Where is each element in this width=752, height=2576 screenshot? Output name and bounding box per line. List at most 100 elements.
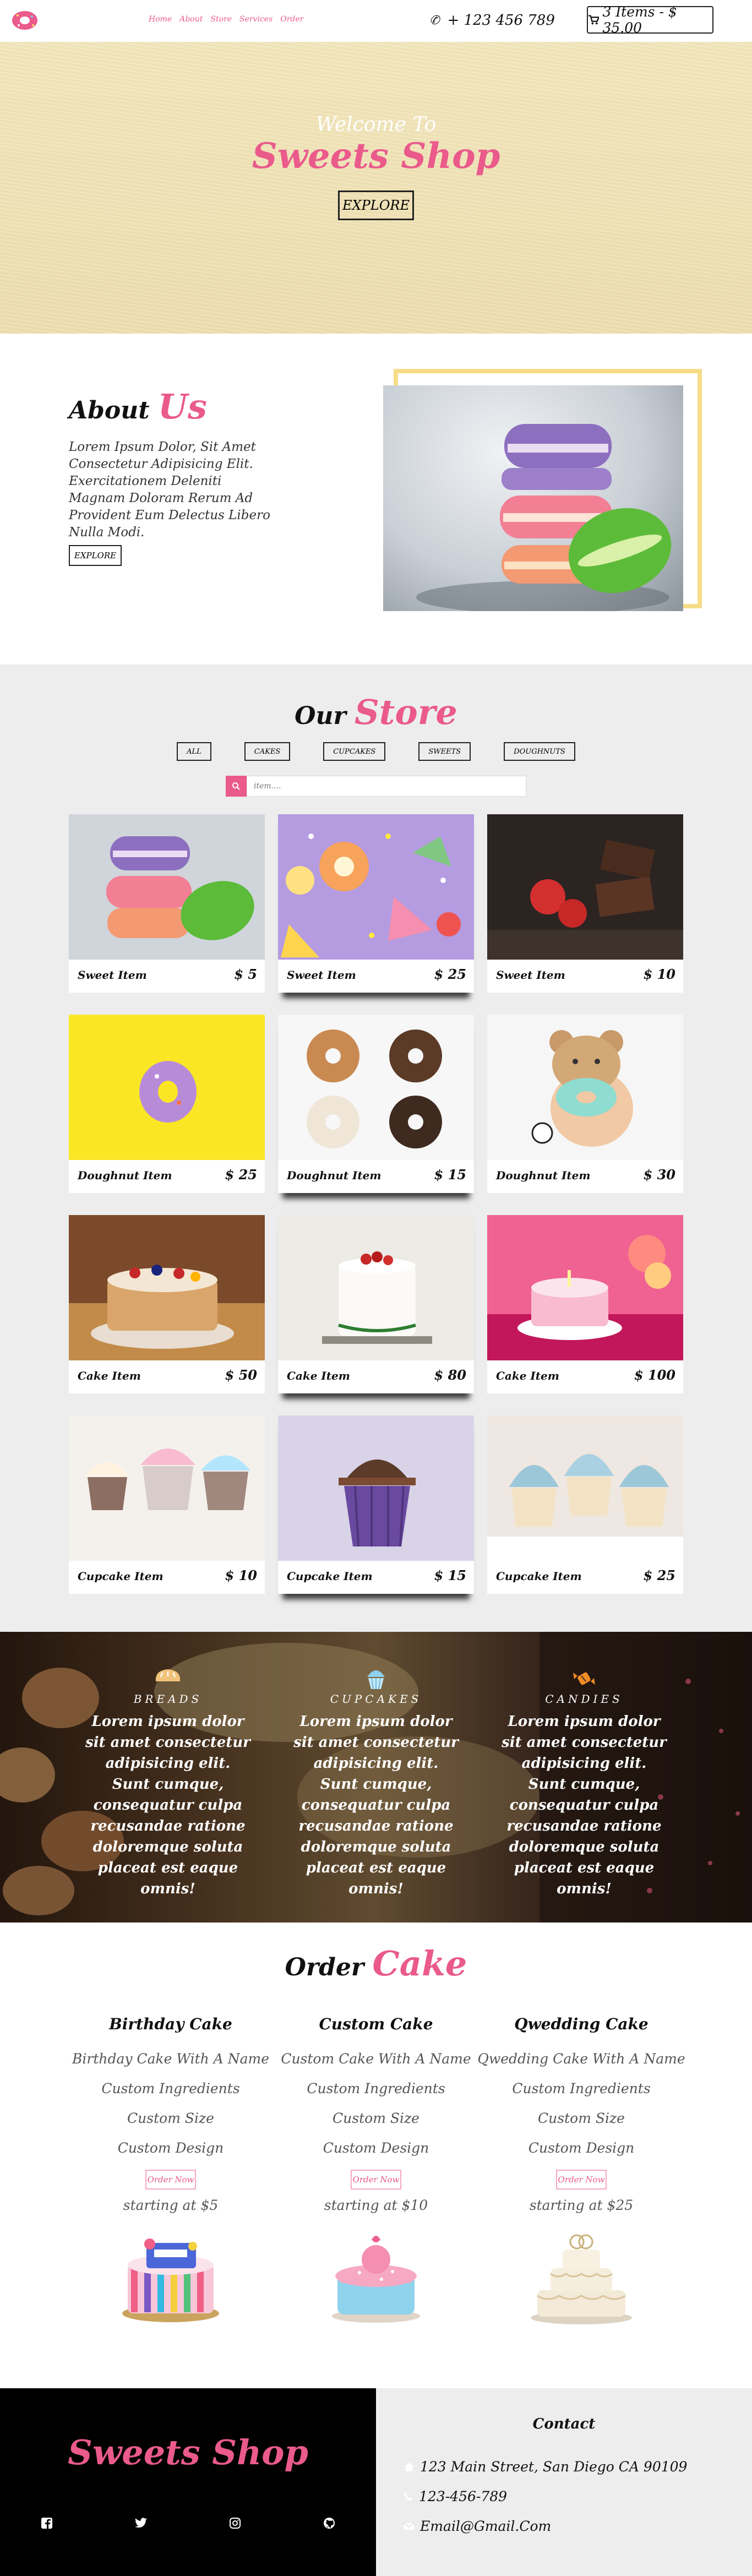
cart-button[interactable]: 3 Items - $ 35.00: [587, 4, 713, 36]
order-feature: Custom Size: [127, 2110, 214, 2126]
nav-link-order[interactable]: Order: [280, 15, 303, 24]
order-title-word: Order: [285, 1953, 364, 1981]
store-item-price: $ 25: [643, 1567, 675, 1583]
filter-cakes-button[interactable]: CAKES: [244, 742, 291, 761]
store-item-image[interactable]: [69, 1415, 265, 1561]
store-item-card[interactable]: Sweet Item $ 5: [69, 814, 265, 993]
service-candies: CANDIES Lorem ipsum dolor sit amet conse…: [502, 1665, 667, 1899]
filter-all-button[interactable]: ALL: [177, 742, 211, 761]
service-breads-text: Lorem ipsum dolor sit amet consectetur a…: [85, 1713, 250, 1897]
store-item-name: Cake Item: [287, 1369, 350, 1382]
store-item-price: $ 5: [234, 966, 257, 982]
nav-link-services[interactable]: Services: [239, 15, 273, 24]
about-title-word: About: [69, 396, 150, 424]
store-item-image[interactable]: [69, 1015, 265, 1160]
store-item-image[interactable]: [278, 1215, 474, 1360]
wedding-cake-image: [526, 2225, 636, 2324]
store-item-image[interactable]: [278, 1015, 474, 1160]
store-item-image[interactable]: [278, 814, 474, 960]
order-title-accent: Cake: [372, 1943, 467, 1984]
instagram-icon[interactable]: [224, 2512, 246, 2534]
top-navbar: Home About Store Services Order ✆ + 123 …: [0, 0, 752, 42]
github-icon[interactable]: [318, 2512, 340, 2534]
service-cupcakes-title: CUPCAKES: [330, 1692, 422, 1706]
store-item-price: $ 10: [225, 1567, 257, 1583]
contact-phone: 123-456-789: [404, 2488, 507, 2504]
hero-title: Sweets Shop: [252, 135, 500, 177]
store-item-name: Sweet Item: [496, 968, 565, 982]
service-candies-title: CANDIES: [545, 1692, 623, 1706]
store-item-card[interactable]: Cake Item $ 100: [487, 1215, 683, 1393]
footer-brand: Sweets Shop: [68, 2432, 308, 2472]
service-breads: BREADS Lorem ipsum dolor sit amet consec…: [85, 1665, 250, 1899]
filter-cupcakes-button[interactable]: CUPCAKES: [323, 742, 386, 761]
store-item-image[interactable]: [278, 1415, 474, 1561]
search-input[interactable]: [247, 776, 526, 797]
phone-icon: ✆: [429, 13, 440, 28]
search-icon[interactable]: [226, 776, 247, 797]
store-item-image[interactable]: [487, 1215, 683, 1360]
services-section: BREADS Lorem ipsum dolor sit amet consec…: [0, 1632, 752, 1923]
contact-address: 123 Main Street, San Diego CA 90109: [404, 2459, 687, 2475]
store-item-image[interactable]: [69, 814, 265, 960]
store-item-card[interactable]: Doughnut Item $ 25: [69, 1015, 265, 1193]
store-item-image[interactable]: [69, 1215, 265, 1360]
birthday-cake-image: [116, 2225, 226, 2324]
order-feature: Custom Size: [333, 2110, 419, 2126]
donut-logo[interactable]: [12, 11, 37, 30]
order-feature: Custom Design: [323, 2140, 429, 2156]
twitter-icon[interactable]: [130, 2512, 152, 2534]
store-item-price: $ 10: [643, 966, 675, 982]
contact-address-text: 123 Main Street, San Diego CA 90109: [420, 2459, 688, 2475]
order-feature: Custom Ingredients: [512, 2081, 651, 2096]
store-item-image[interactable]: [487, 814, 683, 960]
store-item-name: Cupcake Item: [496, 1570, 582, 1583]
contact-title: Contact: [532, 2416, 596, 2432]
order-now-button[interactable]: Order Now: [556, 2170, 607, 2190]
order-price: starting at $25: [529, 2197, 634, 2213]
facebook-icon[interactable]: [36, 2512, 58, 2534]
order-now-button[interactable]: Order Now: [145, 2170, 196, 2190]
nav-link-home[interactable]: Home: [149, 15, 172, 24]
store-item-image[interactable]: [487, 1015, 683, 1160]
store-item-name: Doughnut Item: [287, 1169, 382, 1182]
about-text: Lorem Ipsum Dolor, Sit Amet Consectetur …: [69, 440, 270, 540]
store-search: [226, 776, 526, 797]
store-item-card[interactable]: Sweet Item $ 25: [278, 814, 474, 993]
store-item-card[interactable]: Cupcake Item $ 15: [278, 1415, 474, 1594]
order-feature: Qwedding Cake With A Name: [477, 2051, 685, 2067]
store-item-card[interactable]: Cupcake Item $ 25: [487, 1415, 683, 1594]
store-title-word: Our: [295, 702, 346, 730]
store-item-price: $ 30: [643, 1167, 675, 1183]
store-item-card[interactable]: Cake Item $ 80: [278, 1215, 474, 1393]
envelope-icon: [404, 2522, 415, 2530]
filter-doughnuts-button[interactable]: DOUGHNUTS: [504, 742, 575, 761]
contact-email: Email@Gmail.Com: [404, 2518, 551, 2534]
nav-phone: ✆ + 123 456 789: [429, 12, 555, 29]
service-candies-text: Lorem ipsum dolor sit amet consectetur a…: [502, 1713, 667, 1897]
about-title: About Us: [69, 386, 207, 427]
store-item-card[interactable]: Doughnut Item $ 15: [278, 1015, 474, 1193]
store-item-image[interactable]: [487, 1415, 683, 1561]
store-item-card[interactable]: Doughnut Item $ 30: [487, 1015, 683, 1193]
about-explore-button[interactable]: EXPLORE: [69, 545, 122, 566]
filter-sweets-button[interactable]: SWEETS: [418, 742, 471, 761]
contact-phone-text: 123-456-789: [419, 2488, 508, 2504]
footer-brand-panel: Sweets Shop: [0, 2388, 376, 2576]
store-item-card[interactable]: Cupcake Item $ 10: [69, 1415, 265, 1594]
order-now-button[interactable]: Order Now: [351, 2170, 401, 2190]
order-column-birthday: Birthday Cake Birthday Cake With A Name …: [66, 2015, 275, 2324]
cupcake-icon: [293, 1665, 459, 1690]
order-heading: Custom Cake: [319, 2015, 433, 2033]
hero-welcome: Welcome To: [315, 113, 437, 136]
nav-link-about[interactable]: About: [179, 15, 203, 24]
order-feature: Birthday Cake With A Name: [72, 2051, 269, 2067]
order-title: Order Cake: [0, 1943, 752, 1984]
cart-summary: 3 Items - $ 35.00: [602, 4, 677, 36]
hero-explore-button[interactable]: EXPLORE: [338, 190, 414, 220]
nav-link-store[interactable]: Store: [210, 15, 232, 24]
order-price: starting at $5: [123, 2197, 219, 2213]
store-item-card[interactable]: Sweet Item $ 10: [487, 814, 683, 993]
home-icon: [404, 2462, 414, 2471]
store-item-card[interactable]: Cake Item $ 50: [69, 1215, 265, 1393]
